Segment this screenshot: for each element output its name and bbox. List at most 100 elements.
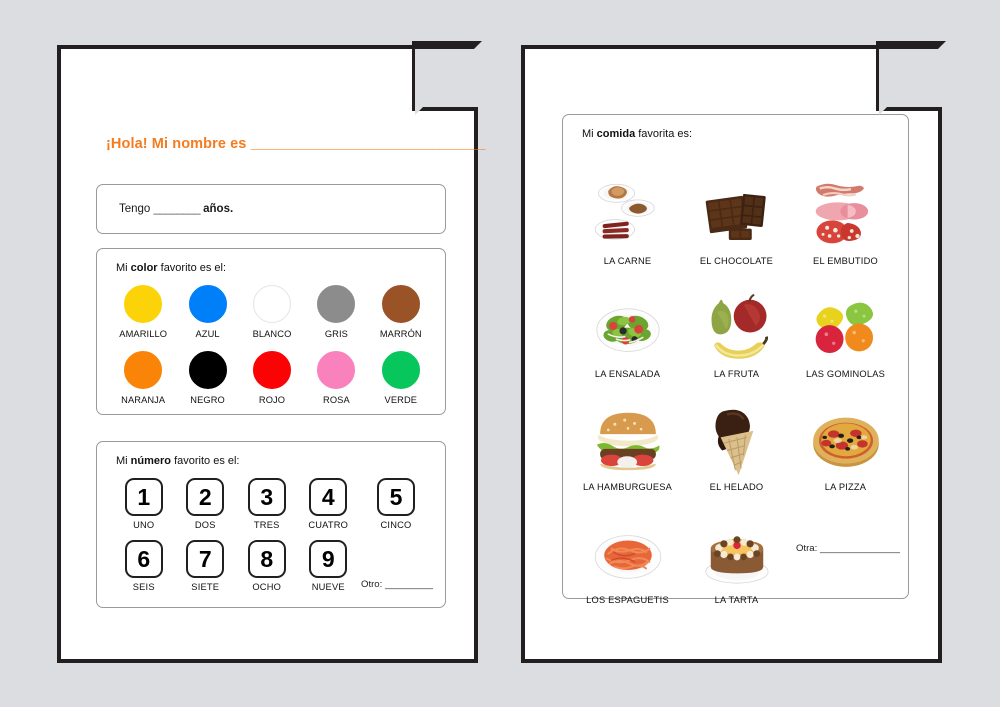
number-option[interactable]: 3 TRES [236,478,298,530]
food-option[interactable]: EL HELADO [682,379,791,492]
number-other-blank[interactable]: Otro: _________ [359,579,433,592]
cold-cuts-icon[interactable] [803,172,889,256]
color-swatch-icon[interactable] [188,285,227,323]
fruit-icon[interactable] [694,285,780,369]
color-swatch-icon[interactable] [252,351,291,389]
number-option-label: CINCO [380,520,412,530]
color-swatch-icon[interactable] [317,351,356,389]
ice-cream-cone-icon[interactable] [694,398,780,482]
number-box[interactable]: 5 [376,478,415,516]
food-option[interactable]: LA FRUTA [682,266,791,379]
meat-icon[interactable] [585,172,671,256]
food-option[interactable]: LA CARNE [573,153,682,266]
color-swatch-icon[interactable] [124,285,163,323]
number-option[interactable]: 2 DOS [174,478,236,530]
food-option-label: LAS GOMINOLAS [805,369,886,379]
food-option[interactable]: LOS ESPAGUETIS [573,492,682,605]
color-swatch-icon[interactable] [381,351,420,389]
color-option-label: GRIS [324,329,348,339]
number-option-label: TRES [253,520,280,530]
number-option[interactable]: 4 CUATRO [297,478,359,530]
color-option-label: AZUL [195,329,220,339]
favorite-color-panel: Mi color favorito es el: AMARILLO AZUL BLA… [96,248,446,415]
color-option[interactable]: NEGRO [175,351,239,405]
color-option-grid: AMARILLO AZUL BLANCO GRIS MARRÓN NARANJA NEGRO… [111,285,433,405]
favorite-food-panel: Mi comida favorita es: LA CARNE EL CHOCOL… [562,114,909,605]
color-swatch-icon[interactable] [252,285,291,323]
number-option[interactable]: 8 OCHO [236,540,298,592]
pizza-icon[interactable] [803,398,889,482]
number-box[interactable]: 4 [309,478,348,516]
number-box[interactable]: 7 [186,540,225,578]
color-swatch-icon[interactable] [188,351,227,389]
age-suffix: años. [203,203,234,215]
food-option[interactable]: LA PIZZA [791,379,900,492]
number-box[interactable]: 2 [186,478,225,516]
number-option-label: DOS [194,520,216,530]
number-option[interactable]: 6 SEIS [113,540,174,592]
food-option-label: LA ENSALADA [594,369,661,379]
color-option[interactable]: AMARILLO [111,285,175,339]
color-option[interactable]: VERDE [369,351,433,405]
hamburger-icon[interactable] [585,398,671,482]
color-panel-title: Mi color favorito es el: [116,262,226,274]
food-option[interactable]: LA HAMBURGUESA [573,379,682,492]
color-title-prefix: Mi [116,262,131,274]
favorite-number-panel: Mi número favorito es el: 1 UNO 2 DOS 3 TRES 4… [96,441,446,608]
cake-icon[interactable] [694,511,780,595]
number-option-label: UNO [133,520,155,530]
color-option-label: ROJO [258,395,286,405]
number-option[interactable]: 1 UNO [113,478,174,530]
number-option-label: CUATRO [308,520,349,530]
number-box[interactable]: 8 [247,540,286,578]
number-option[interactable]: 7 SIETE [174,540,236,592]
number-title-suffix: favorito es el: [171,455,240,467]
color-option[interactable]: ROJO [240,351,304,405]
food-option-grid: LA CARNE EL CHOCOLATE EL EMBUTIDO LA ENSALA… [573,153,900,605]
page-fold-corner-left [412,41,482,115]
worksheet-canvas: ¡Hola! Mi nombre es ____________________… [0,0,1000,707]
color-swatch-icon[interactable] [124,351,163,389]
color-swatch-icon[interactable] [317,285,356,323]
number-box[interactable]: 6 [124,540,163,578]
spaghetti-icon[interactable] [585,511,671,595]
number-title-keyword: número [130,455,172,467]
number-option[interactable]: 9 NUEVE [297,540,359,592]
number-box[interactable]: 9 [309,540,348,578]
color-swatch-icon[interactable] [381,285,420,323]
gummy-candy-icon[interactable] [803,285,889,369]
food-other-blank[interactable]: Otra: _______________ [791,492,900,605]
salad-bowl-icon[interactable] [585,285,671,369]
page-fold-corner-right [876,41,946,115]
color-option[interactable]: GRIS [304,285,368,339]
number-box[interactable]: 1 [124,478,163,516]
number-option-label: OCHO [252,582,282,592]
food-option[interactable]: EL EMBUTIDO [791,153,900,266]
color-option-label: VERDE [384,395,418,405]
food-option-label: LA TARTA [714,595,759,605]
age-statement: Tengo ________ años. [119,203,233,215]
food-option-label: LOS ESPAGUETIS [586,595,669,605]
number-panel-title: Mi número favorito es el: [116,455,240,467]
color-option[interactable]: BLANCO [240,285,304,339]
number-title-prefix: Mi [116,455,131,467]
food-option[interactable]: LA ENSALADA [573,266,682,379]
worksheet-page-left: ¡Hola! Mi nombre es ____________________… [57,41,486,663]
color-option[interactable]: MARRÓN [369,285,433,339]
food-option[interactable]: LA TARTA [682,492,791,605]
number-option[interactable]: 5 CINCO [359,478,433,530]
food-option[interactable]: EL CHOCOLATE [682,153,791,266]
food-option[interactable]: LAS GOMINOLAS [791,266,900,379]
name-blank[interactable]: _______________________________ [251,136,486,152]
chocolate-bar-icon[interactable] [694,172,780,256]
food-option-label: EL HELADO [709,482,764,492]
food-option-label: LA FRUTA [713,369,760,379]
color-option[interactable]: ROSA [304,351,368,405]
color-option[interactable]: NARANJA [111,351,175,405]
age-blank[interactable]: ________ [154,203,201,215]
food-panel-title: Mi comida favorita es: [582,128,692,140]
food-title-keyword: comida [596,128,636,140]
number-box[interactable]: 3 [247,478,286,516]
food-title-suffix: favorita es: [635,128,693,140]
color-option[interactable]: AZUL [175,285,239,339]
